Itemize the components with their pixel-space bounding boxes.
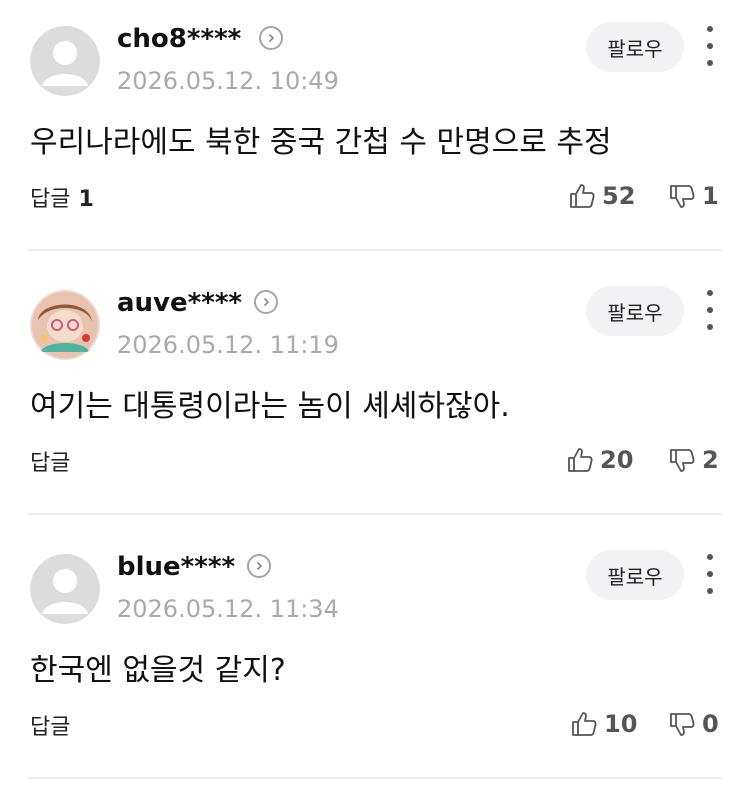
comment-item: cho8**** 2026.05.12. 10:49 팔로우 우리나라에도 북한… — [0, 0, 750, 264]
divider — [28, 513, 722, 515]
thumbs-up-icon — [572, 712, 597, 736]
chevron-right-icon[interactable] — [247, 554, 271, 578]
profile-photo-icon — [30, 290, 100, 360]
like-button[interactable]: 20 — [566, 444, 633, 476]
follow-button[interactable]: 팔로우 — [586, 550, 684, 600]
follow-button[interactable]: 팔로우 — [586, 286, 684, 336]
follow-button[interactable]: 팔로우 — [586, 22, 684, 72]
username[interactable]: auve**** — [117, 288, 242, 318]
thumbs-up-icon — [568, 448, 593, 472]
avatar[interactable] — [30, 26, 100, 96]
divider — [28, 777, 722, 779]
reply-button[interactable]: 답글 — [30, 445, 70, 477]
dislike-button[interactable]: 1 — [668, 180, 719, 212]
reply-label: 답글 — [30, 451, 71, 476]
more-options-icon[interactable] — [700, 290, 720, 330]
thumbs-down-icon — [670, 713, 695, 736]
reply-label: 답글 — [30, 715, 71, 740]
username[interactable]: cho8**** — [117, 24, 241, 54]
dislike-count: 1 — [702, 182, 719, 210]
thumbs-down-icon — [670, 185, 695, 208]
thumbs-down-icon — [670, 449, 695, 472]
reply-count: 1 — [78, 187, 94, 212]
comment-text: 한국엔 없을것 같지? — [30, 653, 286, 688]
more-options-icon[interactable] — [700, 554, 720, 594]
comment-text: 우리나라에도 북한 중국 간첩 수 만명으로 추정 — [30, 125, 612, 160]
more-options-icon[interactable] — [700, 26, 720, 66]
username[interactable]: blue**** — [117, 552, 235, 582]
reply-label: 답글 — [30, 187, 71, 212]
default-avatar-icon — [30, 26, 100, 96]
divider — [28, 249, 722, 251]
chevron-right-icon[interactable] — [259, 26, 283, 50]
reply-button[interactable]: 답글 — [30, 709, 70, 741]
like-count: 52 — [602, 182, 636, 210]
avatar[interactable] — [30, 554, 100, 624]
chevron-right-icon[interactable] — [254, 290, 278, 314]
dislike-count: 2 — [702, 446, 719, 474]
timestamp: 2026.05.12. 11:34 — [117, 595, 339, 623]
timestamp: 2026.05.12. 11:19 — [117, 331, 339, 359]
comment-text: 여기는 대통령이라는 놈이 셰셰하잖아. — [30, 389, 510, 424]
timestamp: 2026.05.12. 10:49 — [117, 67, 339, 95]
like-button[interactable]: 52 — [568, 180, 635, 212]
reply-button[interactable]: 답글 1 — [30, 181, 94, 213]
dislike-button[interactable]: 2 — [668, 444, 719, 476]
comment-item: auve**** 2026.05.12. 11:19 팔로우 여기는 대통령이라… — [0, 264, 750, 528]
default-avatar-icon — [30, 554, 100, 624]
comment-item: blue**** 2026.05.12. 11:34 팔로우 한국엔 없을것 같… — [0, 528, 750, 792]
thumbs-up-icon — [570, 184, 595, 208]
dislike-button[interactable]: 0 — [668, 708, 719, 740]
avatar[interactable] — [30, 290, 100, 360]
like-count: 10 — [604, 710, 638, 738]
dislike-count: 0 — [702, 710, 719, 738]
like-count: 20 — [600, 446, 634, 474]
like-button[interactable]: 10 — [570, 708, 637, 740]
